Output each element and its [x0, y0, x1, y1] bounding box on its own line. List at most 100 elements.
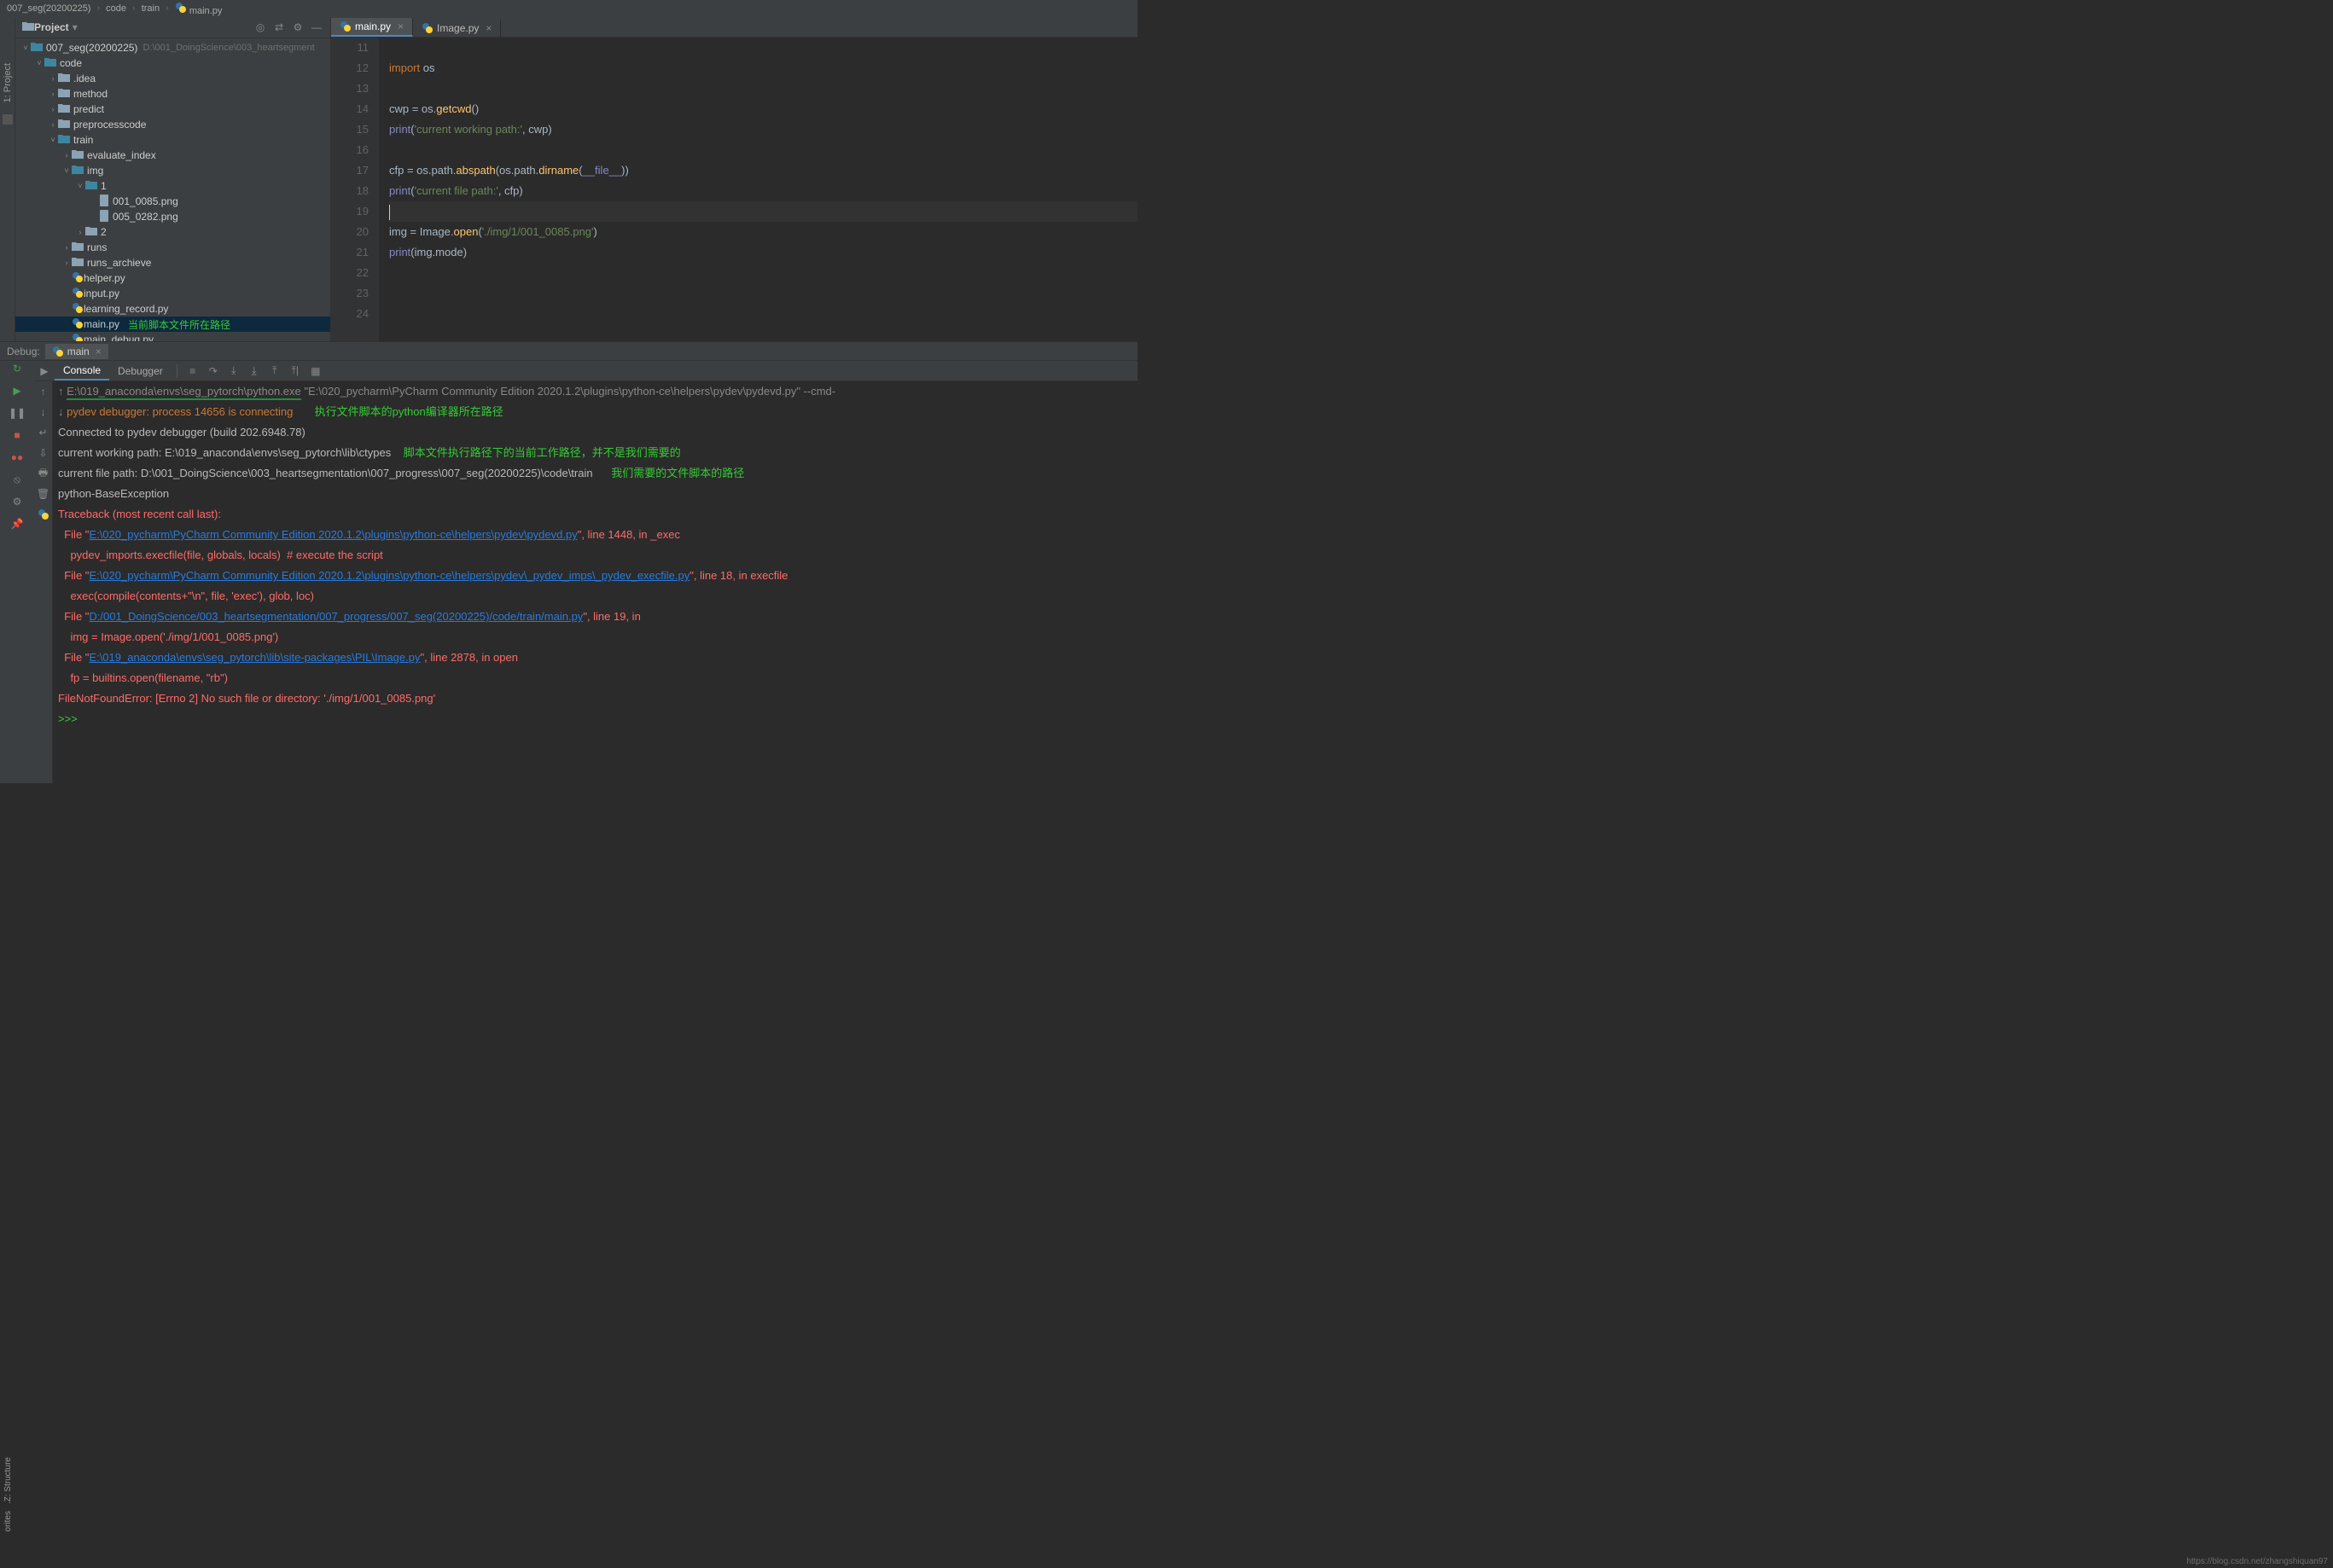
breadcrumb-item[interactable]: train [142, 3, 160, 14]
expand-arrow-icon[interactable]: ˅ [20, 44, 31, 52]
code-line[interactable] [389, 140, 1137, 160]
mute-breakpoints-icon[interactable]: ⦸ [9, 472, 25, 487]
code-line[interactable]: import os [389, 58, 1137, 78]
tree-row[interactable]: ›predict [15, 102, 330, 117]
project-tree[interactable]: ˅007_seg(20200225)D:\001_DoingScience\00… [15, 38, 330, 341]
console-tab[interactable]: Console [55, 362, 109, 380]
tree-row[interactable]: ˅img [15, 163, 330, 178]
editor-tab[interactable]: main.py [331, 18, 413, 37]
expand-icon[interactable]: ⇄ [272, 20, 286, 34]
tree-row[interactable]: ›preprocesscode [15, 117, 330, 132]
rerun-icon[interactable]: ↻ [9, 361, 25, 376]
resume-icon[interactable]: ▶ [9, 383, 25, 398]
print-icon[interactable]: 🖶 [37, 467, 50, 480]
console-output[interactable]: ↑ E:\019_anaconda\envs\seg_pytorch\pytho… [53, 381, 1137, 783]
project-title[interactable]: Project [34, 21, 69, 33]
editor-tab[interactable]: Image.py [413, 20, 501, 37]
expand-arrow-icon[interactable]: ˅ [61, 166, 72, 175]
expand-arrow-icon[interactable]: › [48, 120, 58, 129]
breadcrumb-item[interactable]: code [106, 3, 126, 14]
tree-row[interactable]: ›method [15, 86, 330, 102]
settings-icon[interactable]: ⚙ [9, 494, 25, 509]
code-line[interactable] [389, 38, 1137, 58]
scroll-icon[interactable]: ⇩ [37, 446, 50, 460]
tree-row[interactable]: ›2 [15, 224, 330, 240]
tree-row[interactable]: 005_0282.png [15, 209, 330, 224]
code-line[interactable]: print(img.mode) [389, 242, 1137, 263]
favorites-tab[interactable]: orites [3, 1511, 13, 1531]
code-line[interactable] [389, 201, 1137, 222]
view-breakpoints-icon[interactable]: ●● [9, 450, 25, 465]
expand-arrow-icon[interactable]: ˅ [48, 136, 58, 144]
tree-row[interactable]: ˅train [15, 132, 330, 148]
tree-row[interactable]: main_debug.py [15, 332, 330, 341]
force-step-icon[interactable]: ⤓̲ [247, 363, 262, 379]
code-line[interactable]: print('current file path:', cfp) [389, 181, 1137, 201]
step-into-my-icon[interactable]: ⤓ [226, 363, 241, 379]
target-icon[interactable]: ◎ [253, 20, 267, 34]
expand-arrow-icon[interactable]: › [61, 258, 72, 267]
breadcrumb-item[interactable]: 007_seg(20200225) [7, 3, 90, 14]
pause-icon[interactable]: ❚❚ [9, 405, 25, 421]
code-line[interactable]: cwp = os.getcwd() [389, 99, 1137, 119]
stop-icon[interactable]: ■ [9, 427, 25, 443]
code-line[interactable] [389, 78, 1137, 99]
close-icon[interactable] [93, 346, 102, 357]
show-execution-point-icon[interactable]: ▶ [37, 363, 52, 379]
wrap-icon[interactable]: ↵ [37, 426, 50, 439]
traceback-link[interactable]: D:/001_DoingScience/003_heartsegmentatio… [89, 610, 583, 623]
up-icon[interactable]: ↑ [37, 385, 50, 398]
expand-arrow-icon[interactable]: › [48, 74, 58, 83]
tree-row[interactable]: ›evaluate_index [15, 148, 330, 163]
debugger-tab[interactable]: Debugger [109, 363, 172, 380]
pin-icon[interactable]: 📌 [9, 516, 25, 531]
tree-row[interactable]: main.py当前脚本文件所在路径 [15, 317, 330, 332]
step-over-icon[interactable]: ≡ [185, 363, 201, 379]
traceback-link[interactable]: E:\019_anaconda\envs\seg_pytorch\lib\sit… [89, 651, 420, 664]
tree-row[interactable]: ›runs [15, 240, 330, 255]
expand-arrow-icon[interactable]: ˅ [34, 59, 44, 67]
project-tool-tab[interactable]: 1: Project [3, 60, 13, 106]
tool-square-icon[interactable] [3, 114, 13, 125]
tree-row[interactable]: 001_0085.png [15, 194, 330, 209]
tree-row[interactable]: learning_record.py [15, 301, 330, 317]
editor-body[interactable]: 1112131415161718192021222324 import oscw… [331, 38, 1137, 341]
expand-arrow-icon[interactable]: › [48, 105, 58, 113]
expand-arrow-icon[interactable]: › [75, 228, 85, 236]
tree-row[interactable]: ˅code [15, 55, 330, 71]
code-line[interactable] [389, 304, 1137, 324]
expand-arrow-icon[interactable]: › [61, 151, 72, 160]
expand-arrow-icon[interactable]: ˅ [75, 182, 85, 190]
close-icon[interactable] [394, 20, 404, 32]
step-out-icon[interactable]: ⤒ [267, 363, 282, 379]
tree-row[interactable]: ›runs_archieve [15, 255, 330, 270]
breadcrumb-item[interactable]: main.py [175, 2, 223, 16]
run-to-cursor-icon[interactable]: ⤒| [288, 363, 303, 379]
code-line[interactable]: img = Image.open('./img/1/001_0085.png') [389, 222, 1137, 242]
tree-row[interactable]: helper.py [15, 270, 330, 286]
tree-row[interactable]: input.py [15, 286, 330, 301]
tree-row[interactable]: ˅1 [15, 178, 330, 194]
debug-run-config-tab[interactable]: main [45, 344, 108, 359]
close-icon[interactable] [482, 22, 492, 34]
down-icon[interactable]: ↓ [37, 405, 50, 419]
traceback-link[interactable]: E:\020_pycharm\PyCharm Community Edition… [89, 528, 577, 541]
structure-tab[interactable]: .Z: Structure [3, 1457, 13, 1504]
tree-row[interactable]: ˅007_seg(20200225)D:\001_DoingScience\00… [15, 40, 330, 55]
traceback-link[interactable]: E:\020_pycharm\PyCharm Community Edition… [89, 569, 689, 582]
code-line[interactable] [389, 263, 1137, 283]
clear-icon[interactable]: 🗑 [37, 487, 50, 501]
code-line[interactable]: print('current working path:', cwp) [389, 119, 1137, 140]
dropdown-icon[interactable] [69, 21, 78, 33]
tree-row[interactable]: ›.idea [15, 71, 330, 86]
py-console-icon[interactable] [37, 508, 50, 521]
expand-arrow-icon[interactable]: › [61, 243, 72, 252]
code-line[interactable] [389, 283, 1137, 304]
gear-icon[interactable]: ⚙ [291, 20, 305, 34]
step-into-icon[interactable]: ↷ [206, 363, 221, 379]
code-area[interactable]: import oscwp = os.getcwd()print('current… [379, 38, 1137, 341]
evaluate-icon[interactable]: ▦ [308, 363, 323, 379]
code-line[interactable]: cfp = os.path.abspath(os.path.dirname(__… [389, 160, 1137, 181]
expand-arrow-icon[interactable]: › [48, 90, 58, 98]
hide-icon[interactable]: — [310, 20, 323, 34]
